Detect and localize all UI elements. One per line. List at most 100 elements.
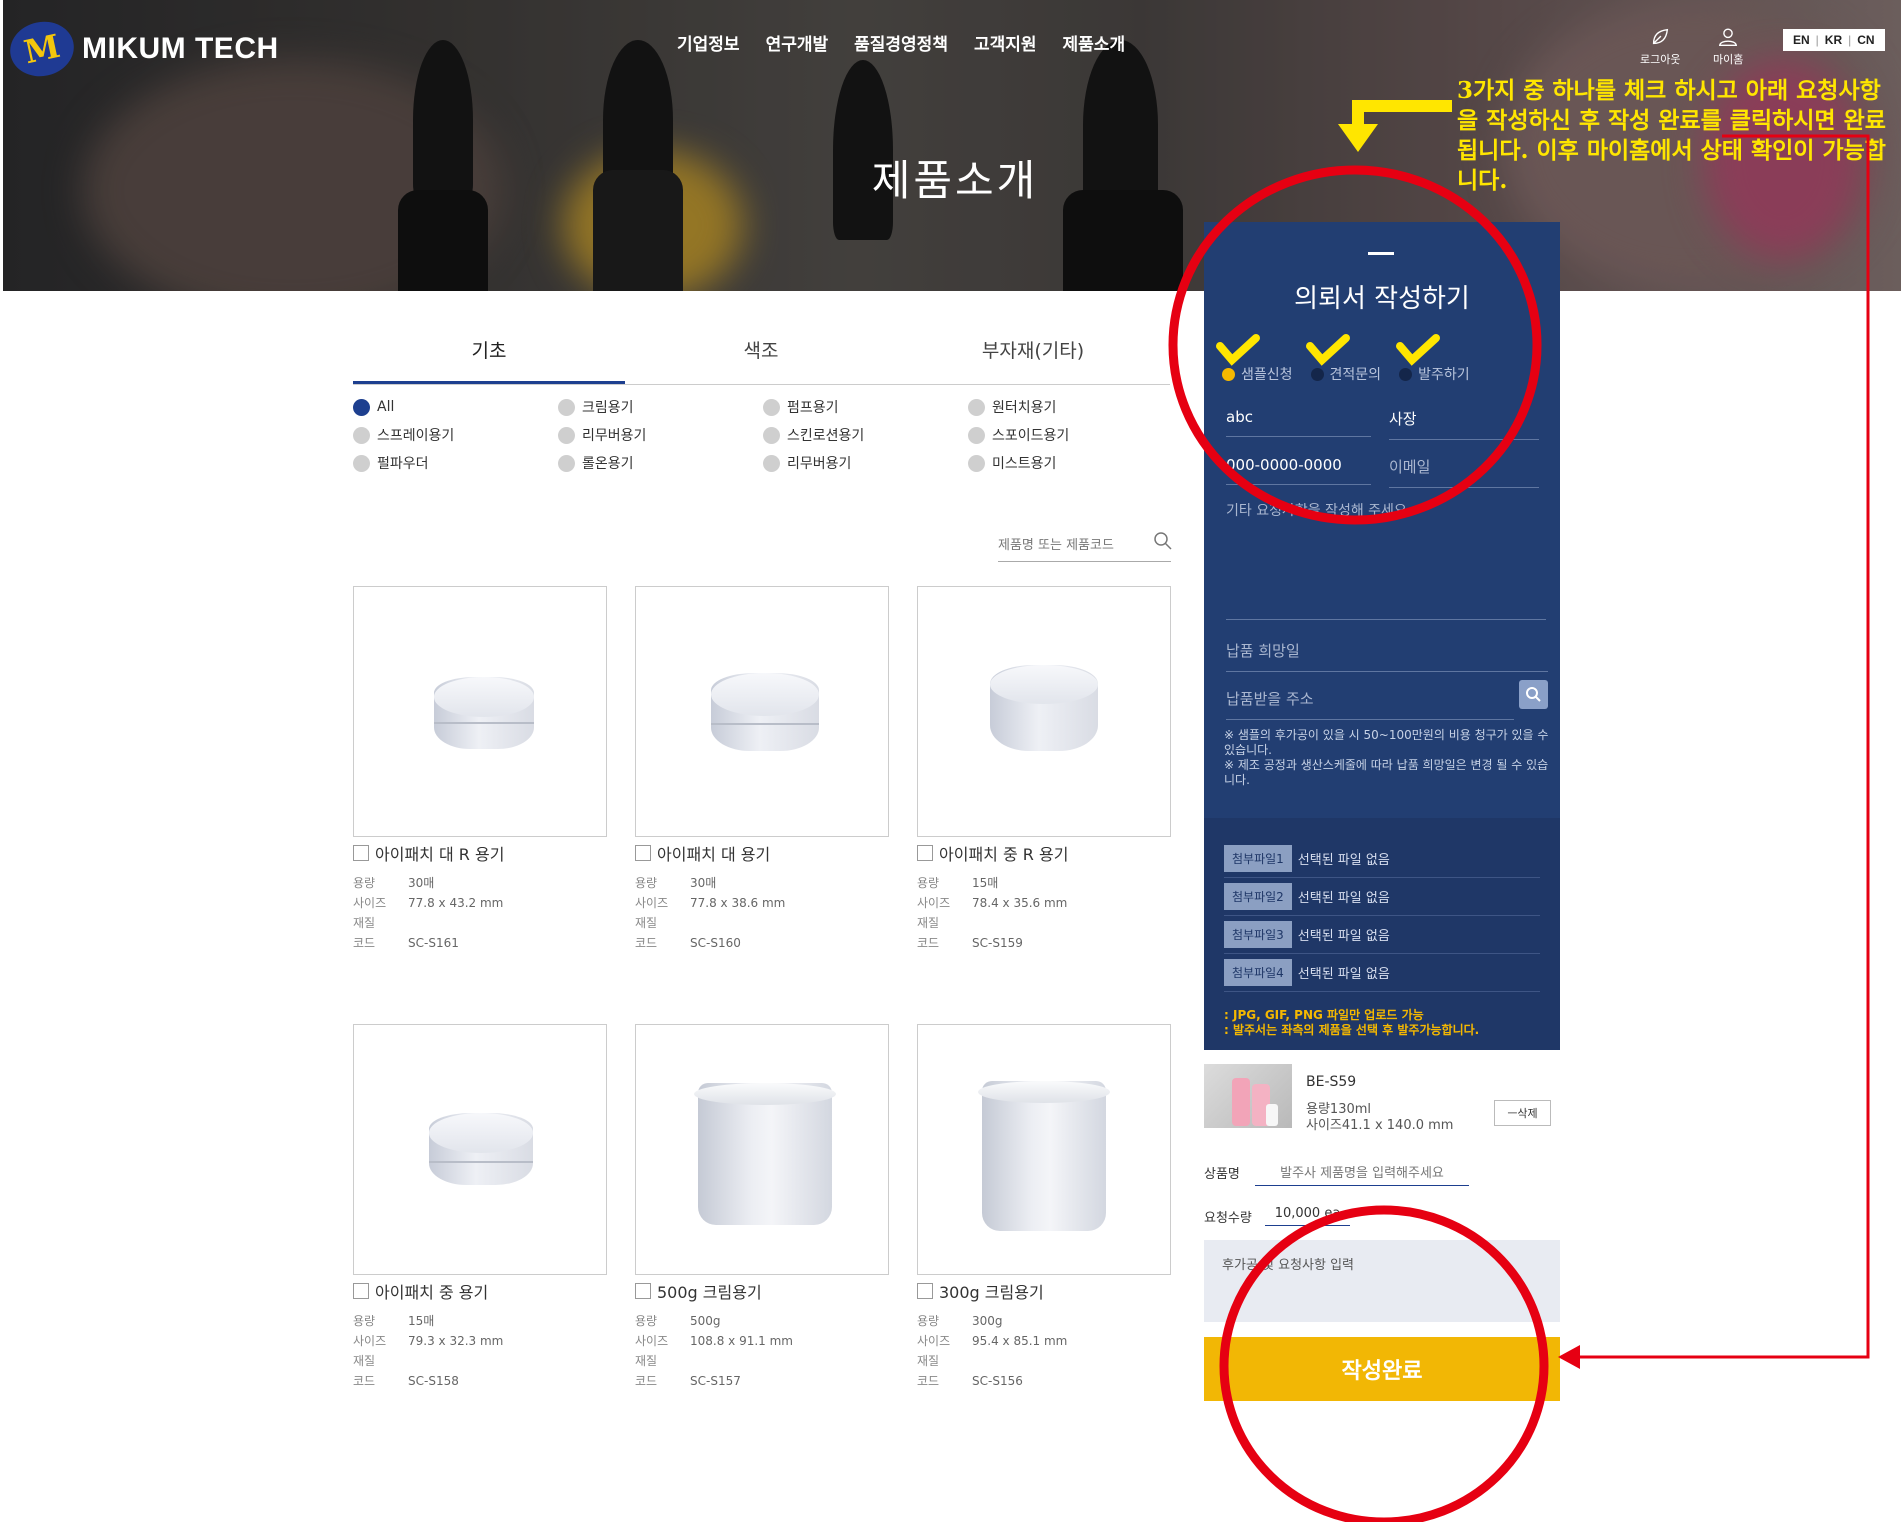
product-image[interactable] [353, 1024, 607, 1275]
filter-pearl-powder[interactable]: 펄파우더 [353, 453, 558, 473]
filter-remover[interactable]: 리무버용기 [558, 425, 763, 445]
lang-kr[interactable]: KR [1825, 33, 1842, 47]
product-card[interactable]: 300g 크림용기 용량 300g 사이즈 95.4 x 85.1 mm 재질 코드… [917, 1024, 1171, 1391]
leaf-icon [1653, 28, 1669, 45]
address-search-button[interactable] [1519, 680, 1548, 709]
filter-label: 리무버용기 [582, 428, 647, 444]
radio-dot [763, 398, 780, 416]
company-field[interactable]: abc [1226, 408, 1371, 437]
product-card[interactable]: 아이패치 대 R 용기 용량 30매 사이즈 77.8 x 43.2 mm 재질 코… [353, 586, 607, 953]
attachment-row: 첨부파일3 선택된 파일 없음 [1224, 916, 1540, 954]
option-label: 견적문의 [1329, 367, 1382, 383]
filter-all[interactable]: All [353, 397, 558, 417]
radio-dot [968, 454, 985, 472]
product-image[interactable] [353, 586, 607, 837]
lang-en[interactable]: EN [1793, 33, 1810, 47]
tab-basic[interactable]: 기초 [353, 322, 625, 384]
mypage-button[interactable]: 마이홈 [1713, 26, 1743, 67]
tab-color[interactable]: 색조 [625, 322, 897, 384]
attachment-row: 첨부파일4 선택된 파일 없음 [1224, 954, 1540, 992]
selected-size: 사이즈41.1 x 140.0 mm [1306, 1118, 1454, 1133]
nav-quality[interactable]: 품질경영정책 [854, 30, 948, 55]
panel-notes: ※ 샘플의 후가공이 있을 시 50~100만원의 비용 청구가 있을 수 있습… [1224, 728, 1554, 788]
product-card[interactable]: 500g 크림용기 용량 500g 사이즈 108.8 x 91.1 mm 재질 코… [635, 1024, 889, 1391]
logout-label: 로그아웃 [1640, 53, 1681, 66]
product-checkbox[interactable] [635, 1283, 651, 1299]
attach-button-3[interactable]: 첨부파일3 [1224, 921, 1292, 948]
request-textarea[interactable]: 후가공 및 요청사항 입력 [1204, 1240, 1560, 1322]
radio-dot [763, 426, 780, 444]
annotation-connector [1574, 134, 1870, 1359]
nav-rnd[interactable]: 연구개발 [766, 30, 829, 55]
product-card[interactable]: 아이패치 중 용기 용량 15매 사이즈 79.3 x 32.3 mm 재질 코드 S… [353, 1024, 607, 1391]
product-name: 아이패치 중 R 용기 [939, 845, 1069, 864]
radio-dot [1310, 367, 1324, 381]
filter-onetouch[interactable]: 원터치용기 [968, 397, 1173, 417]
radio-dot [558, 426, 575, 444]
filter-label: 원터치용기 [992, 400, 1057, 416]
selected-product-code: BE-S59 [1306, 1074, 1357, 1090]
radio-dot [1399, 367, 1413, 381]
logo[interactable]: M MIKUM TECH [5, 15, 279, 83]
attach-button-2[interactable]: 첨부파일2 [1224, 883, 1292, 910]
logout-button[interactable]: 로그아웃 [1640, 26, 1680, 67]
product-image[interactable] [635, 586, 889, 837]
search-input[interactable]: 제품명 또는 제품코드 [998, 534, 1171, 562]
submit-button[interactable]: 작성완료 [1204, 1337, 1560, 1401]
product-card[interactable]: 아이패치 중 R 용기 용량 15매 사이즈 78.4 x 35.6 mm 재질 코… [917, 586, 1171, 953]
search-icon[interactable] [1153, 531, 1173, 551]
product-name: 500g 크림용기 [657, 1283, 762, 1302]
quantity-label: 요청수량 [1204, 1211, 1252, 1226]
attach-status: 선택된 파일 없음 [1297, 929, 1390, 944]
filter-pump[interactable]: 펌프용기 [763, 397, 968, 417]
nav-products[interactable]: 제품소개 [1063, 30, 1126, 55]
attachment-row: 첨부파일1 선택된 파일 없음 [1224, 840, 1540, 878]
product-checkbox[interactable] [353, 845, 369, 861]
position-field[interactable]: 사장 [1389, 408, 1539, 440]
product-name-input[interactable]: 발주사 제품명을 입력해주세요 [1255, 1162, 1469, 1186]
product-checkbox[interactable] [353, 1283, 369, 1299]
annotation-arrowhead-icon [1558, 1345, 1580, 1369]
logo-mark: M [5, 15, 79, 83]
option-order[interactable]: 발주하기 [1399, 364, 1470, 384]
attach-status: 선택된 파일 없음 [1297, 853, 1390, 868]
tab-etc[interactable]: 부자재(기타) [897, 322, 1169, 384]
delivery-date-field[interactable]: 납품 희망일 [1226, 640, 1548, 672]
file-notes: : JPG, GIF, PNG 파일만 업로드 가능 : 발주서는 좌측의 제품… [1224, 1008, 1560, 1038]
nav-company[interactable]: 기업정보 [677, 30, 740, 55]
delete-button[interactable]: ㅡ삭제 [1494, 1100, 1551, 1126]
filter-dropper[interactable]: 스포이드용기 [968, 425, 1173, 445]
filter-label: All [377, 399, 395, 415]
filter-skin-lotion[interactable]: 스킨로션용기 [763, 425, 968, 445]
radio-dot [353, 398, 370, 416]
option-sample[interactable]: 샘플신청 [1222, 364, 1293, 384]
product-card[interactable]: 아이패치 대 용기 용량 30매 사이즈 77.8 x 38.6 mm 재질 코드 S… [635, 586, 889, 953]
attachments: 첨부파일1 선택된 파일 없음 첨부파일2 선택된 파일 없음 첨부파일3 선택된 파… [1204, 818, 1560, 1050]
filter-cream[interactable]: 크림용기 [558, 397, 763, 417]
product-checkbox[interactable] [917, 1283, 933, 1299]
filter-spray[interactable]: 스프레이용기 [353, 425, 558, 445]
nav-support[interactable]: 고객지원 [974, 30, 1037, 55]
filter-mist[interactable]: 미스트용기 [968, 453, 1173, 473]
phone-field[interactable]: 000-0000-0000 [1226, 456, 1371, 485]
radio-dot [353, 454, 370, 472]
radio-dot [763, 454, 780, 472]
product-checkbox[interactable] [917, 845, 933, 861]
quantity-input[interactable]: 10,000 ea [1265, 1206, 1350, 1226]
filter-rollon[interactable]: 롤온용기 [558, 453, 763, 473]
filter-remover-2[interactable]: 리무버용기 [763, 453, 968, 473]
product-image[interactable] [917, 1024, 1171, 1275]
attach-button-4[interactable]: 첨부파일4 [1224, 959, 1292, 986]
attach-button-1[interactable]: 첨부파일1 [1224, 845, 1292, 872]
option-quote[interactable]: 견적문의 [1310, 364, 1382, 384]
email-field[interactable]: 이메일 [1389, 456, 1539, 488]
memo-textarea[interactable]: 기타 요청사항을 작성해 주세요 [1226, 500, 1546, 620]
product-image[interactable] [635, 1024, 889, 1275]
search-icon [1526, 687, 1541, 702]
lang-cn[interactable]: CN [1857, 33, 1874, 47]
product-name-label: 상품명 [1204, 1167, 1240, 1182]
product-name: 아이패치 대 R 용기 [375, 845, 505, 864]
product-image[interactable] [917, 586, 1171, 837]
product-checkbox[interactable] [635, 845, 651, 861]
address-field[interactable]: 납품받을 주소 [1226, 688, 1514, 720]
